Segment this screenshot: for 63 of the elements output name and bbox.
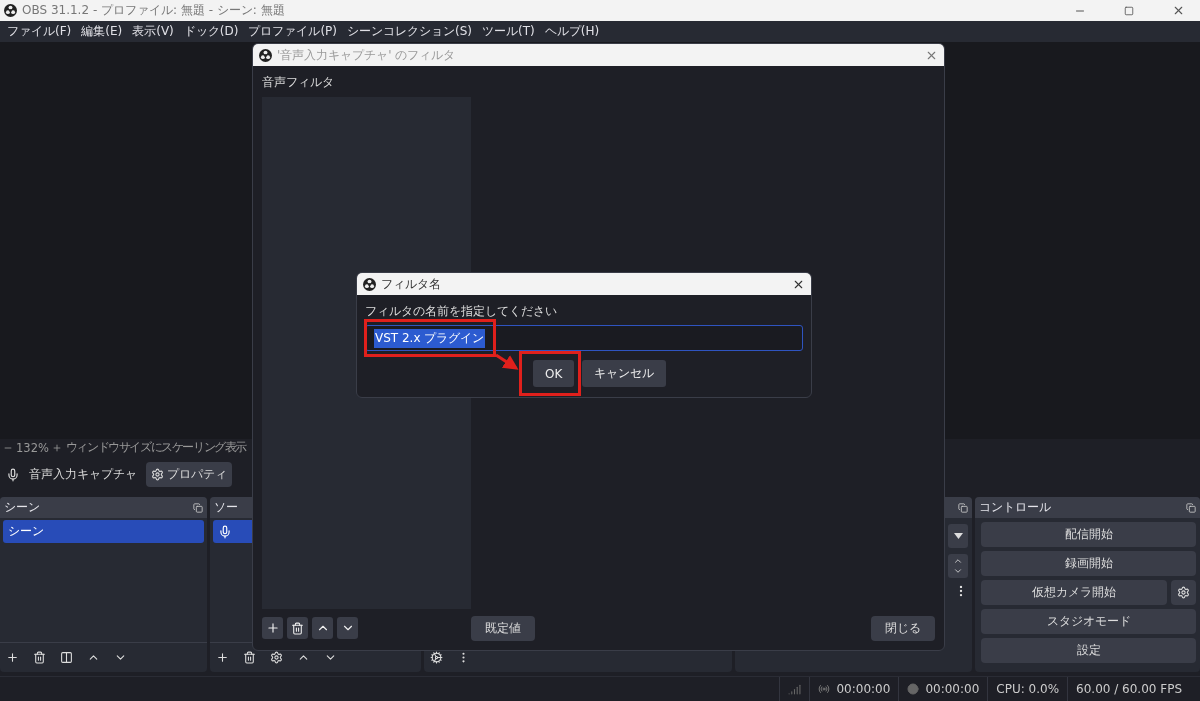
control-button[interactable]: 配信開始 [981,522,1196,547]
settings-icon[interactable] [270,651,283,664]
dropdown-button[interactable] [948,524,968,548]
menu-item[interactable]: 編集(E) [76,23,128,40]
undock-icon[interactable] [1186,502,1196,513]
properties-button[interactable]: プロパティ [146,462,232,487]
menu-item[interactable]: シーンコレクション(S) [342,23,477,40]
dock-title: コントロール [979,499,1051,516]
control-button[interactable]: 録画開始 [981,551,1196,576]
dialog-button[interactable]: OK [533,360,575,387]
control-button[interactable]: スタジオモード [981,609,1196,634]
window-title: フィルタ名 [381,275,442,293]
menu-item[interactable]: ファイル(F) [2,23,77,40]
microphone-icon [6,467,20,482]
up-icon[interactable] [953,556,963,566]
add-icon[interactable] [216,651,229,664]
name-field[interactable]: VST 2.x プラグイン [365,325,803,351]
settings-icon[interactable] [151,468,164,481]
close-button[interactable]: 閉じる [871,615,935,641]
dock-title: シーン [4,499,40,516]
stream-time: 00:00:00 [836,682,891,696]
control-button[interactable]: 設定 [981,638,1196,663]
zoom-level: 132% [16,440,49,455]
menu-item[interactable]: ドック(D) [178,23,244,40]
undock-icon[interactable] [958,502,968,513]
dialog-button[interactable]: キャンセル [582,360,667,387]
signal-icon [788,682,802,696]
dock-title: ソー [214,499,238,516]
fps-reading: 60.00 / 60.00 FPS [1076,682,1182,696]
section-label: 音声フィルタ [262,74,335,91]
logo-icon [363,277,376,291]
prompt-label: フィルタの名前を指定してください [365,303,558,320]
microphone-icon [218,524,232,539]
record-time: 00:00:00 [925,682,980,696]
window-title: OBS 31.1.2 - プロファイル: 無題 - シーン: 無題 [22,2,286,19]
cpu-usage: CPU: 0.0% [996,682,1060,696]
add-icon[interactable] [6,651,19,664]
trash-icon[interactable] [33,651,46,664]
menu-item[interactable]: 表示(V) [127,23,179,40]
scale-mode[interactable]: ウィンドウサイズにスケーリング表示 [65,440,247,455]
caret-icon[interactable] [953,533,963,539]
logo-icon [4,4,17,17]
undock-icon[interactable] [193,502,203,513]
zoom-in-icon[interactable] [51,442,62,453]
source-name: 音声入力キャプチャ [29,466,137,483]
settings-icon[interactable] [1177,586,1190,599]
maximize-icon[interactable] [1124,5,1134,16]
menu-item[interactable]: ツール(T) [477,23,540,40]
scene-item[interactable]: シーン [3,520,204,543]
trash-icon[interactable] [243,651,256,664]
annotation-arrow [495,353,519,370]
menu-item[interactable]: プロファイル(P) [243,23,342,40]
settings-button[interactable] [1171,580,1196,605]
broadcast-icon [818,683,831,695]
settings-icon[interactable] [430,651,443,664]
spin-buttons[interactable] [948,554,968,578]
logo-icon [259,48,272,62]
record-icon [907,683,920,695]
defaults-button[interactable]: 既定値 [471,615,535,641]
control-button[interactable]: 仮想カメラ開始 [981,580,1167,605]
window-title: '音声入力キャプチャ' のフィルタ [277,46,457,64]
down-icon[interactable] [953,566,963,576]
menu-item[interactable]: ヘルプ(H) [539,23,605,40]
